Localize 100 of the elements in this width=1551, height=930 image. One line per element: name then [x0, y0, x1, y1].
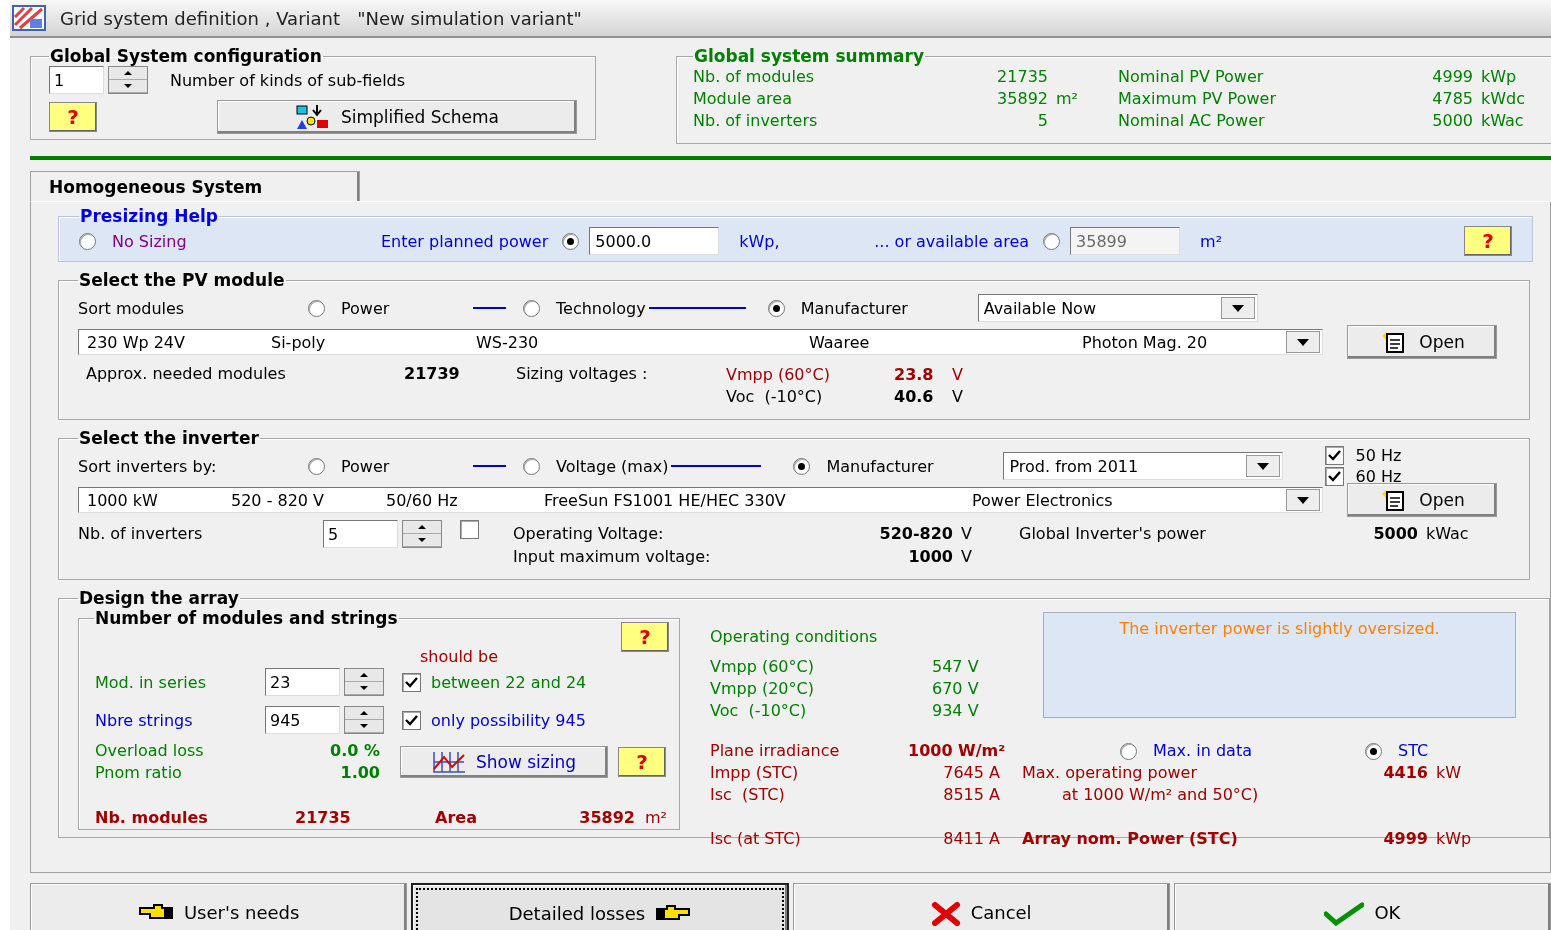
help-button[interactable]: ? — [49, 102, 97, 132]
field-value: 4416 — [1382, 762, 1428, 784]
field-label: Nbre strings — [95, 710, 194, 730]
field-value: 21735 — [295, 808, 352, 827]
radio-button[interactable] — [1120, 742, 1137, 760]
pointing-hand-icon — [137, 902, 174, 920]
field-label: Nb. of inverters — [78, 523, 204, 545]
checkbox[interactable] — [460, 520, 479, 539]
field-value: 21739 — [404, 364, 461, 383]
dropdown-button[interactable] — [1286, 489, 1320, 511]
number-field[interactable]: 5 — [323, 520, 398, 548]
schema-button[interactable]: Simplified Schema — [217, 100, 577, 134]
filter-dropdown[interactable]: Prod. from 2011 — [1003, 452, 1284, 480]
spin-buttons[interactable] — [402, 520, 442, 548]
field-label: Pnom ratio — [95, 762, 183, 784]
tab[interactable]: Homogeneous System — [30, 171, 360, 201]
help-button[interactable]: ? — [621, 622, 669, 652]
field-label: Mod. in series — [95, 672, 207, 692]
checkbox[interactable] — [402, 672, 421, 692]
spin-buttons[interactable] — [108, 66, 148, 94]
summary-value: 4999 — [1431, 66, 1473, 88]
spin-buttons[interactable] — [344, 668, 384, 696]
summary-value: 4785 — [1431, 88, 1473, 110]
radio-button[interactable] — [523, 299, 540, 317]
dialog-button[interactable]: OK — [1173, 883, 1551, 930]
group-title: Select the PV module — [78, 270, 286, 290]
dialog-button[interactable]: User's needs — [30, 883, 408, 930]
summary-value: 5 — [1036, 110, 1048, 132]
summary-label: Nb. of modules — [693, 66, 816, 88]
help-button[interactable]: ? — [1464, 226, 1512, 256]
field-value: 670 V — [932, 678, 980, 700]
checkbox-label[interactable]: 60 Hz — [1355, 467, 1436, 486]
number-field[interactable]: 945 — [265, 706, 340, 734]
field-label: Vmpp (20°C) — [710, 678, 815, 700]
number-field[interactable]: 1 — [49, 66, 104, 94]
checkbox-label[interactable]: between 22 and 24 — [431, 672, 587, 692]
show-sizing-button[interactable]: Show sizing — [400, 746, 608, 778]
field-value: 7645 A — [942, 762, 1000, 784]
dropdown-button[interactable] — [1286, 331, 1320, 353]
open-button[interactable]: Open — [1347, 483, 1497, 517]
radio-button[interactable] — [562, 232, 580, 250]
radio-label[interactable]: Technology — [556, 298, 646, 318]
close-icon — [930, 902, 961, 926]
radio-button[interactable] — [523, 457, 540, 475]
radio-label[interactable]: STC — [1398, 740, 1429, 762]
dropdown-button[interactable] — [1246, 455, 1281, 477]
inverter-dropdown[interactable]: 1000 kW 520 - 820 V 50/60 Hz FreeSun FS1001 HE/HEC 330V Power Electronics — [78, 487, 1323, 513]
list-column-text: 520 - 820 V — [231, 490, 326, 510]
field-value: 1000 W/m² — [908, 740, 1007, 762]
dialog-button[interactable]: Cancel — [792, 883, 1170, 930]
field-value: 1000 — [907, 546, 953, 568]
input-field[interactable]: 5000.0 — [589, 227, 720, 255]
radio-button[interactable] — [793, 457, 811, 475]
radio-button[interactable] — [79, 232, 96, 250]
unit-label: V — [952, 386, 964, 408]
checkbox-label[interactable]: only possibility 945 — [431, 710, 586, 730]
field-label: Impp (STC) — [710, 762, 800, 784]
spin-buttons[interactable] — [344, 706, 384, 734]
chart-icon — [431, 751, 466, 773]
group-title: Presizing Help — [79, 206, 219, 226]
module-dropdown[interactable]: 230 Wp 24V Si-poly WS-230 Waaree Photon Mag. 20 — [78, 329, 1323, 355]
dialog-button[interactable]: Detailed losses — [411, 883, 789, 930]
open-button[interactable]: Open — [1347, 325, 1497, 359]
option-label[interactable]: Enter planned power — [381, 231, 549, 251]
field-label: Voc (-10°C) — [710, 700, 808, 722]
field-value: 547 V — [932, 656, 980, 678]
field-value: 23.8 — [894, 364, 935, 386]
checkmark-icon — [1324, 902, 1365, 926]
radio-label[interactable]: No Sizing — [112, 231, 187, 251]
radio-button[interactable] — [308, 457, 325, 475]
checkbox-label[interactable]: 50 Hz — [1355, 446, 1436, 465]
field-value: 1.00 — [339, 762, 380, 784]
group-title: Select the inverter — [78, 428, 260, 448]
radio-button[interactable] — [767, 299, 785, 317]
checkbox[interactable] — [1325, 467, 1345, 486]
radio-label[interactable]: Manufacturer — [800, 298, 908, 318]
unit-label: m² — [1056, 89, 1078, 108]
radio-label[interactable]: Voltage (max) — [556, 456, 669, 476]
filter-dropdown[interactable]: Available Now — [977, 294, 1258, 322]
radio-label[interactable]: Manufacturer — [826, 456, 934, 476]
field-label: Sort modules — [78, 298, 186, 318]
app-icon — [12, 5, 46, 31]
field-label: Input maximum voltage: — [513, 546, 712, 568]
radio-label[interactable]: Power — [341, 456, 390, 476]
number-field[interactable]: 23 — [265, 668, 340, 696]
group-title: Design the array — [78, 588, 240, 608]
checkbox[interactable] — [1325, 446, 1345, 465]
checkbox[interactable] — [402, 710, 421, 730]
field-label: Isc (at STC) — [710, 828, 802, 850]
radio-button[interactable] — [308, 299, 325, 317]
list-column-text: 1000 kW — [87, 490, 159, 510]
radio-label[interactable]: Max. in data — [1153, 740, 1252, 762]
radio-label[interactable]: Power — [341, 298, 390, 318]
radio-button[interactable] — [1365, 742, 1382, 760]
dropdown-button[interactable] — [1220, 297, 1255, 319]
summary-label: Nb. of inverters — [693, 110, 819, 132]
field-value: 0.0 % — [329, 740, 380, 762]
field-label: Sort inverters by: — [78, 456, 218, 476]
help-button[interactable]: ? — [618, 747, 666, 777]
unit-label: kWdc — [1480, 88, 1527, 110]
